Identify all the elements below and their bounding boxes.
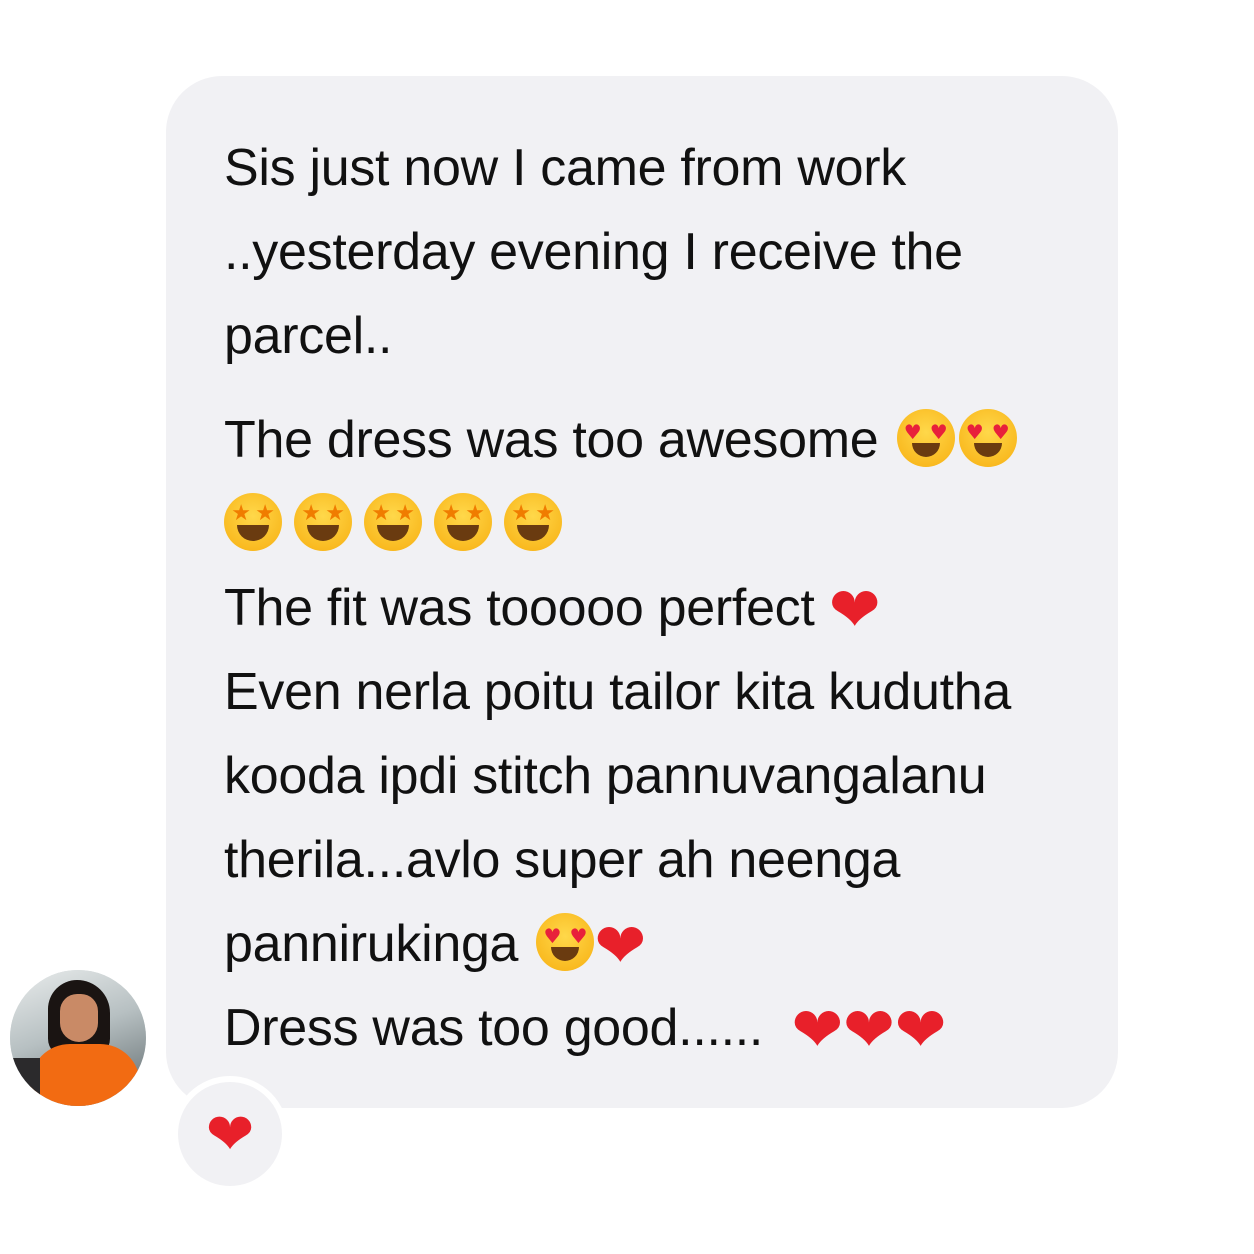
emoji-line: ★ ★ ★ ★ ★ ★ ★ ★ ★ ★ (224, 482, 1078, 566)
red-heart-icon: ❤ (828, 573, 881, 646)
red-heart-icon: ❤ (594, 909, 646, 982)
heart-eyes-emoji-icon: ♥ ♥ (958, 409, 1017, 467)
message-line: Even nerla poitu tailor kita kudutha (224, 663, 1012, 721)
message-reaction[interactable]: ❤ (172, 1076, 288, 1192)
red-heart-icon: ❤ (894, 993, 947, 1066)
message-text: The dress was too awesome (224, 411, 879, 469)
message-paragraph-1: Sis just now I came from work ..yesterda… (224, 126, 1078, 378)
red-heart-icon: ❤ (843, 993, 895, 1066)
message-line: Sis just now I came from work (224, 139, 906, 197)
heart-eyes-emoji-icon: ♥ ♥ (536, 913, 595, 971)
message-line-with-emoji: The fit was tooooo perfect ❤ (224, 566, 1078, 650)
message-text: The fit was tooooo perfect (224, 579, 815, 637)
red-heart-icon: ❤ (791, 993, 844, 1066)
star-struck-emoji-icon: ★ ★ (434, 493, 492, 551)
message-line: kooda ipdi stitch pannuvangalanu (224, 747, 987, 805)
star-struck-emoji-icon: ★ ★ (294, 493, 352, 551)
message-bubble[interactable]: Sis just now I came from work ..yesterda… (166, 76, 1118, 1108)
star-struck-emoji-icon: ★ ★ (504, 493, 562, 551)
red-heart-reaction-icon: ❤ (205, 1100, 255, 1168)
message-line: ..yesterday evening I receive the (224, 223, 963, 281)
message-text: pannirukinga (224, 915, 519, 973)
chat-screen: Sis just now I came from work ..yesterda… (0, 0, 1254, 1254)
star-struck-emoji-icon: ★ ★ (364, 493, 422, 551)
message-line-with-emoji: Dress was too good...... ❤❤❤ (224, 986, 1078, 1070)
star-struck-emoji-icon: ★ ★ (224, 493, 282, 551)
message-line-with-emoji: The dress was too awesome ♥ ♥ ♥ ♥ (224, 398, 1078, 482)
message-text: Dress was too good...... (224, 999, 764, 1057)
message-line-with-emoji: pannirukinga ♥ ♥ ❤ (224, 902, 1078, 986)
sender-avatar[interactable] (10, 970, 146, 1106)
heart-eyes-emoji-icon: ♥ ♥ (896, 409, 955, 467)
message-line: parcel.. (224, 307, 393, 365)
message-paragraph-2: The dress was too awesome ♥ ♥ ♥ ♥ ★ ★ ★ ★ ★ ★ ★ ★ ★… (224, 398, 1078, 1070)
message-line: therila...avlo super ah neenga (224, 831, 901, 889)
